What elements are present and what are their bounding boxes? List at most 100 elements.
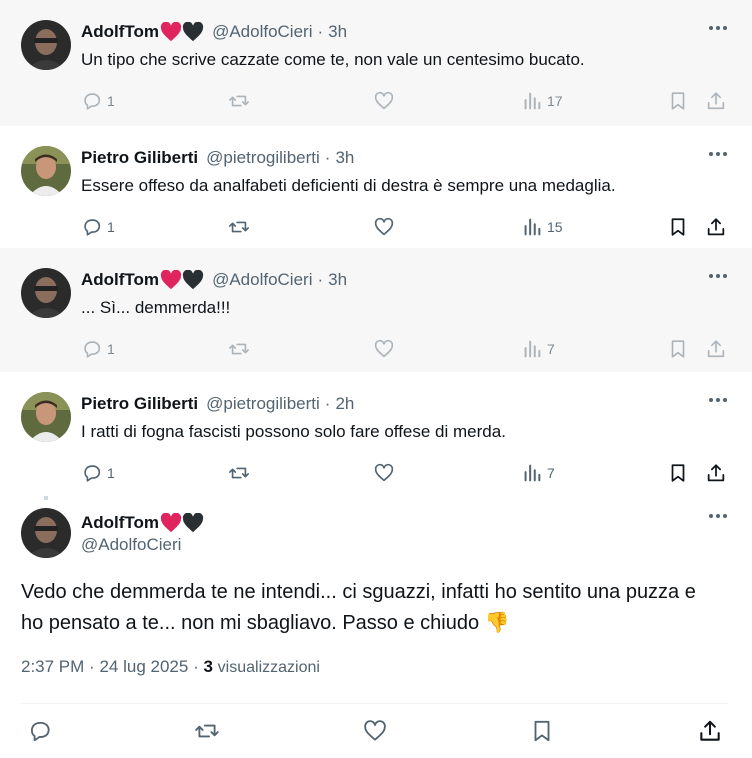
avatar[interactable]: [21, 20, 71, 70]
views-count: 3: [203, 657, 213, 676]
tweet-header: Pietro Giliberti @pietrogiliberti · 2h: [81, 393, 354, 415]
avatar[interactable]: [21, 508, 71, 558]
share-icon: [707, 92, 725, 110]
more-icon[interactable]: [709, 26, 727, 30]
avatar[interactable]: [21, 392, 71, 442]
user-handle[interactable]: @AdolfoCieri: [212, 22, 312, 42]
tweet-actions: 1 15: [81, 216, 736, 240]
views-count: 7: [547, 341, 555, 357]
tweet-time[interactable]: 2h: [335, 394, 354, 414]
red-heart-icon: [160, 270, 182, 290]
bookmark-button[interactable]: [667, 462, 689, 484]
views-count: 7: [547, 465, 555, 481]
user-handle[interactable]: @pietrogiliberti: [206, 394, 320, 414]
tweet-timestamp[interactable]: 2:37 PM: [21, 657, 84, 676]
avatar[interactable]: [21, 146, 71, 196]
retweet-button[interactable]: [227, 216, 251, 238]
thumbs-down-icon: 👎: [484, 612, 510, 634]
separator: ·: [317, 22, 324, 41]
like-button[interactable]: [373, 462, 395, 484]
like-icon: [364, 720, 386, 741]
retweet-icon: [195, 724, 219, 738]
bookmark-icon: [534, 720, 550, 742]
display-name[interactable]: Pietro Giliberti: [81, 394, 198, 414]
conversation-thread: AdolfTom @AdolfoCieri · 3h Un tipo che s…: [0, 0, 752, 758]
display-name[interactable]: AdolfTom: [81, 22, 159, 42]
bookmark-button[interactable]: [529, 718, 555, 744]
display-name[interactable]: AdolfTom: [81, 270, 159, 290]
share-button[interactable]: [705, 338, 727, 360]
display-name[interactable]: Pietro Giliberti: [81, 148, 198, 168]
bookmark-button[interactable]: [667, 90, 689, 112]
user-handle[interactable]: @pietrogiliberti: [206, 148, 320, 168]
retweet-icon: [229, 221, 249, 233]
like-button[interactable]: [362, 718, 388, 744]
separator: ·: [317, 270, 324, 289]
name-emojis: [160, 22, 204, 42]
views-icon: [524, 218, 541, 236]
views-button[interactable]: 17: [521, 90, 563, 112]
tweet-reply[interactable]: AdolfTom @AdolfoCieri · 3h ... Sì... dem…: [0, 248, 752, 372]
tweet-text: Vedo che demmerda te ne intendi... ci sg…: [21, 577, 721, 639]
divider: [21, 703, 728, 704]
avatar[interactable]: [21, 268, 71, 318]
display-name[interactable]: AdolfTom: [81, 513, 159, 533]
separator: ·: [324, 148, 331, 167]
user-handle[interactable]: @AdolfoCieri: [212, 270, 312, 290]
tweet-reply[interactable]: AdolfTom @AdolfoCieri · 3h Un tipo che s…: [0, 0, 752, 126]
reply-button[interactable]: 1: [81, 462, 115, 484]
reply-button[interactable]: 1: [81, 90, 115, 112]
reply-count: 1: [107, 219, 115, 235]
more-icon[interactable]: [709, 274, 727, 278]
like-button[interactable]: [373, 90, 395, 112]
reply-button[interactable]: 1: [81, 216, 115, 238]
name-emojis: [160, 513, 204, 533]
reply-count: 1: [107, 93, 115, 109]
user-handle[interactable]: @AdolfoCieri: [81, 535, 181, 555]
separator: ·: [89, 657, 95, 676]
reply-icon: [84, 465, 101, 482]
tweet-reply[interactable]: Pietro Giliberti @pietrogiliberti · 3h E…: [0, 126, 752, 248]
tweet-text: ... Sì... demmerda!!!: [81, 298, 231, 317]
like-button[interactable]: [373, 216, 395, 238]
share-button[interactable]: [705, 462, 727, 484]
bookmark-button[interactable]: [667, 216, 689, 238]
retweet-button[interactable]: [227, 90, 251, 112]
views-icon: [524, 92, 541, 110]
reply-button[interactable]: 1: [81, 338, 115, 360]
retweet-icon: [229, 343, 249, 355]
views-count: 15: [547, 219, 563, 235]
bookmark-button[interactable]: [667, 338, 689, 360]
views-button[interactable]: 7: [521, 338, 555, 360]
bookmark-icon: [671, 218, 685, 236]
reply-button[interactable]: [27, 718, 53, 744]
tweet-actions: 1 17: [81, 90, 736, 114]
tweet-actions: 1 7: [81, 462, 736, 486]
more-icon[interactable]: [709, 398, 727, 402]
share-button[interactable]: [705, 90, 727, 112]
tweet-reply[interactable]: Pietro Giliberti @pietrogiliberti · 2h I…: [0, 372, 752, 496]
name-emojis: [160, 270, 204, 290]
like-button[interactable]: [373, 338, 395, 360]
tweet-time[interactable]: 3h: [328, 22, 347, 42]
retweet-button[interactable]: [193, 718, 221, 744]
reply-icon: [84, 219, 101, 236]
retweet-button[interactable]: [227, 462, 251, 484]
tweet-header: AdolfTom @AdolfoCieri · 3h: [81, 21, 347, 43]
tweet-date[interactable]: 24 lug 2025: [99, 657, 188, 676]
tweet-time[interactable]: 3h: [328, 270, 347, 290]
views-count: 17: [547, 93, 563, 109]
tweet-actions: [21, 718, 728, 744]
share-button[interactable]: [705, 216, 727, 238]
more-icon[interactable]: [709, 152, 727, 156]
more-icon[interactable]: [709, 514, 727, 518]
tweet-time[interactable]: 3h: [335, 148, 354, 168]
share-button[interactable]: [697, 718, 723, 744]
reply-icon: [84, 341, 101, 358]
like-icon: [374, 463, 394, 482]
retweet-button[interactable]: [227, 338, 251, 360]
views-button[interactable]: 15: [521, 216, 563, 238]
red-heart-icon: [160, 513, 182, 533]
views-button[interactable]: 7: [521, 462, 555, 484]
main-tweet: AdolfTom @AdolfoCieri Vedo che demmerda …: [0, 496, 752, 758]
